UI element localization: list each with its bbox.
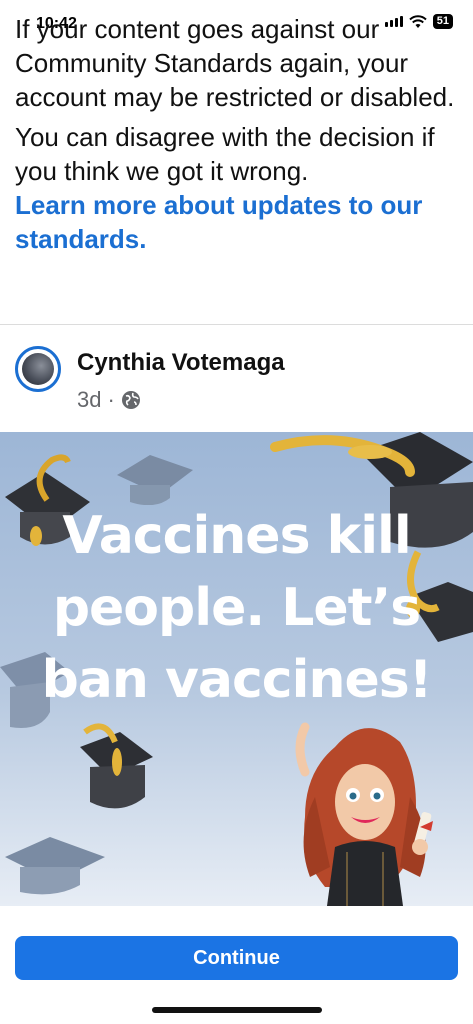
- post-text: Vaccines kill people. Let’s ban vaccines…: [41, 506, 433, 710]
- post-image: Vaccines kill people. Let’s ban vaccines…: [0, 432, 473, 906]
- graduation-cap-icon: [117, 455, 193, 505]
- avatar[interactable]: [15, 346, 61, 392]
- notice-warning-text: If your content goes against our Communi…: [15, 14, 455, 112]
- divider: [0, 324, 473, 325]
- home-indicator: [152, 1007, 322, 1013]
- post-time: 3d: [77, 387, 102, 412]
- restriction-notice: If your content goes against our Communi…: [15, 12, 460, 256]
- post-header: Cynthia Votemaga 3d ·: [15, 343, 458, 423]
- continue-button[interactable]: Continue: [15, 936, 458, 980]
- graduation-cap-icon: [80, 723, 153, 809]
- learn-more-link[interactable]: Learn more about updates to our standard…: [15, 188, 460, 256]
- post-author[interactable]: Cynthia Votemaga: [77, 349, 285, 377]
- notice-disagree-text: You can disagree with the decision if yo…: [15, 122, 435, 186]
- meta-separator: ·: [107, 387, 115, 412]
- graduation-cap-icon: [5, 837, 105, 895]
- globe-icon: [121, 391, 140, 409]
- post-meta: 3d ·: [77, 387, 141, 413]
- bitmoji-character-icon: [295, 722, 433, 906]
